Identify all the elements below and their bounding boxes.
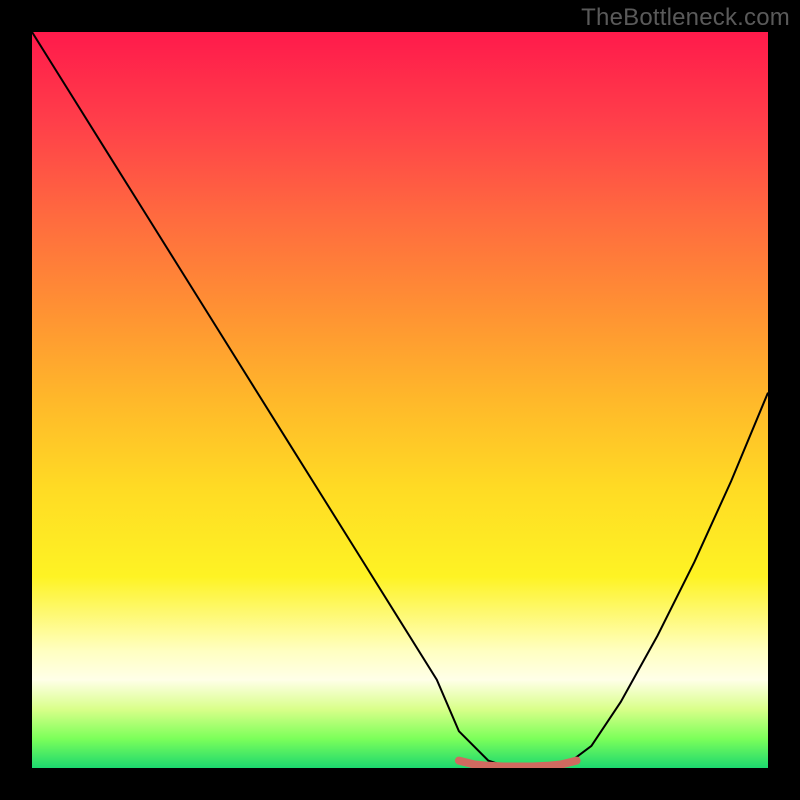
- watermark-label: TheBottleneck.com: [581, 4, 790, 32]
- bottleneck-curve: [32, 32, 768, 768]
- chart-stage: TheBottleneck.com: [0, 0, 800, 800]
- optimal-zone-marker: [459, 761, 577, 767]
- curve-layer: [32, 32, 768, 768]
- plot-area: [32, 32, 768, 768]
